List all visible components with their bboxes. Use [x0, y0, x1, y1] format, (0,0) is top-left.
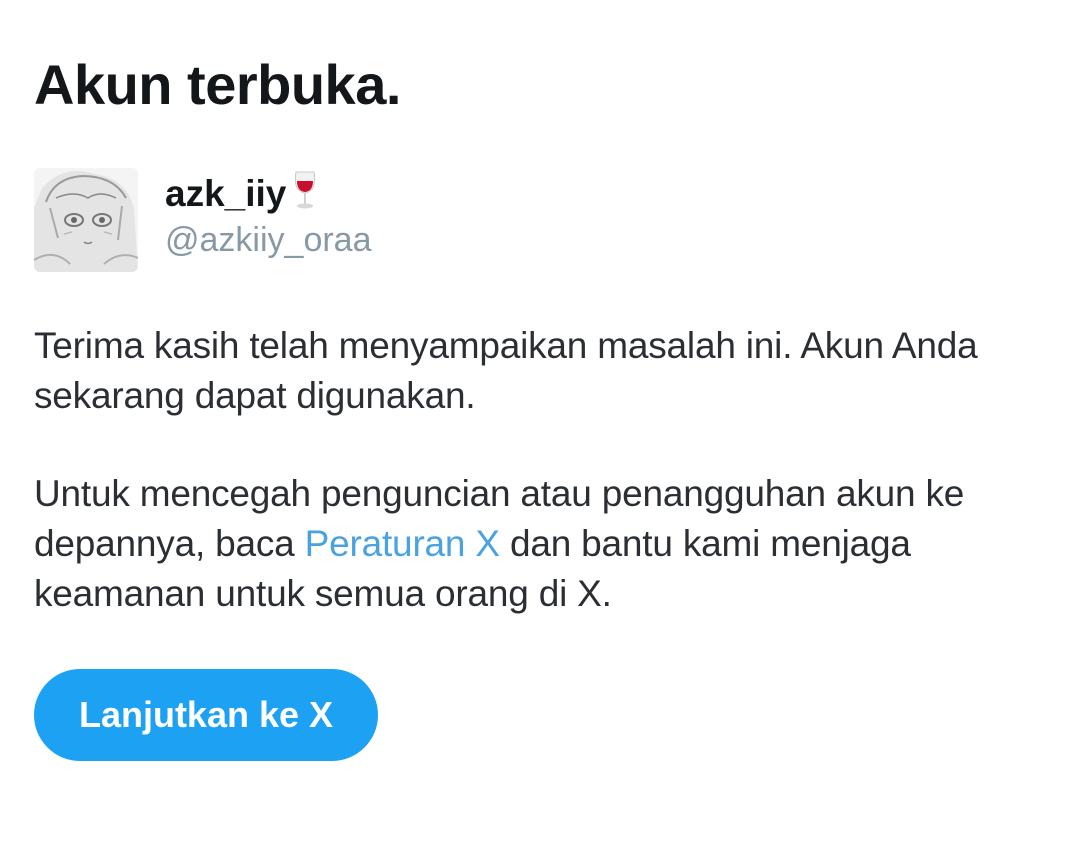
display-name: azk_iiy — [165, 173, 287, 214]
avatar — [34, 168, 138, 272]
account-handle: @azkiiy_oraa — [165, 221, 372, 259]
continue-button[interactable]: Lanjutkan ke X — [34, 669, 378, 761]
prevention-message: Untuk mencegah penguncian atau penangguh… — [34, 469, 1044, 619]
wine-glass-icon — [292, 170, 318, 210]
rules-link[interactable]: Peraturan X — [305, 523, 500, 564]
account-name: azk_iiy — [165, 170, 318, 216]
page-title: Akun terbuka. — [34, 53, 401, 116]
account-card: azk_iiy @azkiiy_oraa — [34, 168, 734, 274]
confirmation-message: Terima kasih telah menyampaikan masalah … — [34, 325, 978, 416]
